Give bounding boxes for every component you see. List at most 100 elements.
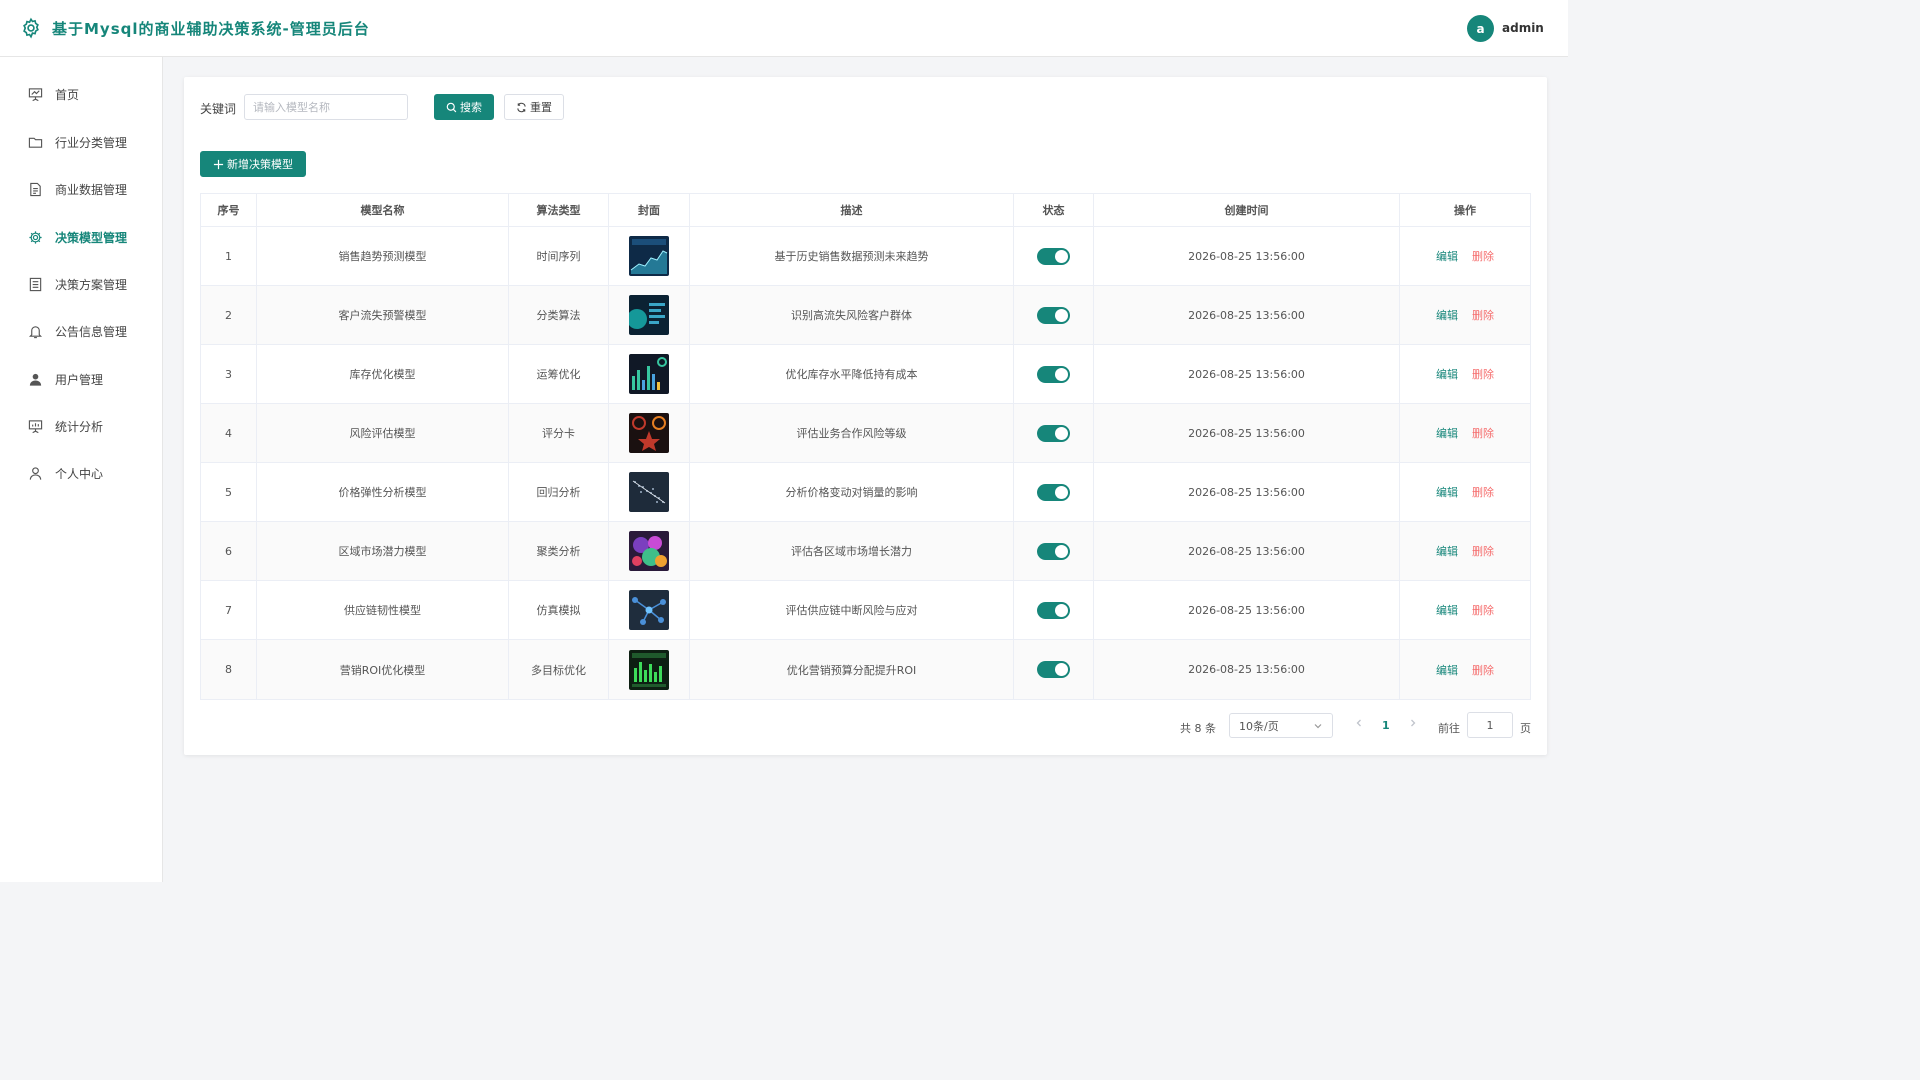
sidebar-item-industry[interactable]: 行业分类管理 — [0, 122, 162, 162]
delete-link[interactable]: 删除 — [1472, 484, 1494, 500]
actions-cell: 编辑 删除 — [1400, 286, 1530, 344]
model-description: 分析价格变动对销量的影响 — [690, 463, 1014, 521]
algorithm-type: 仿真模拟 — [509, 581, 609, 639]
edit-link[interactable]: 编辑 — [1436, 484, 1458, 500]
cover-image[interactable] — [629, 590, 669, 630]
row-index: 1 — [201, 227, 257, 285]
row-index: 8 — [201, 640, 257, 699]
actions-cell: 编辑 删除 — [1400, 463, 1530, 521]
delete-link[interactable]: 删除 — [1472, 602, 1494, 618]
model-description: 优化营销预算分配提升ROI — [690, 640, 1014, 699]
add-model-button[interactable]: 新增决策模型 — [200, 151, 306, 177]
cover-cell — [609, 581, 690, 639]
cover-image[interactable] — [629, 472, 669, 512]
goto-label: 前往 — [1438, 722, 1460, 735]
username[interactable]: admin — [1502, 21, 1544, 35]
algorithm-type: 回归分析 — [509, 463, 609, 521]
sidebar-item-profile[interactable]: 个人中心 — [0, 453, 162, 493]
current-page[interactable]: 1 — [1382, 719, 1390, 732]
column-header[interactable]: 模型名称 — [257, 194, 509, 226]
status-toggle[interactable] — [1037, 661, 1070, 678]
status-toggle[interactable] — [1037, 424, 1070, 442]
goto-page-input[interactable] — [1467, 712, 1513, 738]
created-time: 2026-08-25 13:56:00 — [1094, 463, 1400, 521]
status-cell — [1014, 227, 1094, 285]
edit-link[interactable]: 编辑 — [1436, 307, 1458, 323]
model-name: 区域市场潜力模型 — [257, 522, 509, 580]
table-row: 8 营销ROI优化模型 多目标优化 优化营销预算分配提升ROI 2026-08-… — [201, 640, 1530, 699]
delete-link[interactable]: 删除 — [1472, 307, 1494, 323]
folder-icon — [28, 137, 43, 148]
status-toggle[interactable] — [1037, 247, 1070, 265]
column-header[interactable]: 描述 — [690, 194, 1014, 226]
sidebar-item-announcement[interactable]: 公告信息管理 — [0, 311, 162, 351]
cover-image[interactable] — [629, 649, 669, 690]
cover-image[interactable] — [629, 413, 669, 453]
delete-link[interactable]: 删除 — [1472, 425, 1494, 441]
status-toggle[interactable] — [1037, 601, 1070, 619]
cover-image[interactable] — [629, 295, 669, 335]
model-name: 库存优化模型 — [257, 345, 509, 403]
row-index: 3 — [201, 345, 257, 403]
algorithm-type: 评分卡 — [509, 404, 609, 462]
edit-link[interactable]: 编辑 — [1436, 248, 1458, 264]
column-header[interactable]: 算法类型 — [509, 194, 609, 226]
chevron-right-icon[interactable] — [1408, 718, 1418, 728]
delete-link[interactable]: 删除 — [1472, 366, 1494, 382]
row-index: 5 — [201, 463, 257, 521]
plus-icon — [213, 159, 224, 169]
cover-image[interactable] — [629, 354, 669, 394]
actions-cell: 编辑 删除 — [1400, 640, 1530, 699]
chevron-left-icon[interactable] — [1354, 718, 1364, 728]
cover-image[interactable] — [629, 236, 669, 276]
delete-link[interactable]: 删除 — [1472, 248, 1494, 264]
gear-icon — [23, 17, 39, 39]
delete-link[interactable]: 删除 — [1472, 543, 1494, 559]
cover-image[interactable] — [629, 531, 669, 571]
keyword-input[interactable] — [244, 94, 408, 120]
status-toggle[interactable] — [1037, 365, 1070, 383]
sidebar-item-decision-plan[interactable]: 决策方案管理 — [0, 264, 162, 304]
column-header[interactable]: 创建时间 — [1094, 194, 1400, 226]
column-header[interactable]: 状态 — [1014, 194, 1094, 226]
sidebar-item-label: 个人中心 — [55, 466, 104, 481]
status-cell — [1014, 286, 1094, 344]
edit-link[interactable]: 编辑 — [1436, 662, 1458, 678]
sidebar-item-users[interactable]: 用户管理 — [0, 359, 162, 399]
status-cell — [1014, 581, 1094, 639]
page-size-select[interactable]: 10条/页 — [1229, 713, 1333, 738]
sidebar-item-business-data[interactable]: 商业数据管理 — [0, 169, 162, 209]
models-table: 序号 模型名称 算法类型 封面 描述 状态 创建时间 操作 1 销售趋势预测模型… — [200, 193, 1531, 700]
edit-link[interactable]: 编辑 — [1436, 543, 1458, 559]
sidebar-item-label: 统计分析 — [55, 419, 104, 434]
status-toggle[interactable] — [1037, 483, 1070, 501]
delete-link[interactable]: 删除 — [1472, 662, 1494, 678]
add-model-button-label: 新增决策模型 — [227, 158, 293, 171]
avatar[interactable]: a — [1467, 15, 1494, 42]
column-header[interactable]: 序号 — [201, 194, 257, 226]
search-button-label: 搜索 — [460, 101, 482, 114]
algorithm-type: 多目标优化 — [509, 640, 609, 699]
cog-icon — [29, 230, 42, 244]
actions-cell: 编辑 删除 — [1400, 404, 1530, 462]
edit-link[interactable]: 编辑 — [1436, 425, 1458, 441]
column-header[interactable]: 操作 — [1400, 194, 1530, 226]
edit-link[interactable]: 编辑 — [1436, 366, 1458, 382]
sidebar-item-home[interactable]: 首页 — [0, 74, 162, 114]
sidebar-item-label: 行业分类管理 — [55, 135, 128, 150]
edit-link[interactable]: 编辑 — [1436, 602, 1458, 618]
actions-cell: 编辑 删除 — [1400, 227, 1530, 285]
reset-button[interactable]: 重置 — [504, 94, 564, 120]
column-header[interactable]: 封面 — [609, 194, 690, 226]
sidebar-item-decision-model[interactable]: 决策模型管理 — [0, 217, 162, 257]
status-toggle[interactable] — [1037, 542, 1070, 560]
bell-icon — [28, 325, 43, 338]
search-icon — [446, 102, 457, 112]
status-cell — [1014, 345, 1094, 403]
status-toggle[interactable] — [1037, 306, 1070, 324]
main-card: 关键词 搜索 重置 新增决策模型 序号 模型名称 算法类型 封面 描述 状态 创… — [184, 77, 1547, 755]
search-button[interactable]: 搜索 — [434, 94, 494, 120]
page-size-value: 10条/页 — [1239, 719, 1279, 733]
sidebar-item-statistics[interactable]: 统计分析 — [0, 406, 162, 446]
model-name: 销售趋势预测模型 — [257, 227, 509, 285]
